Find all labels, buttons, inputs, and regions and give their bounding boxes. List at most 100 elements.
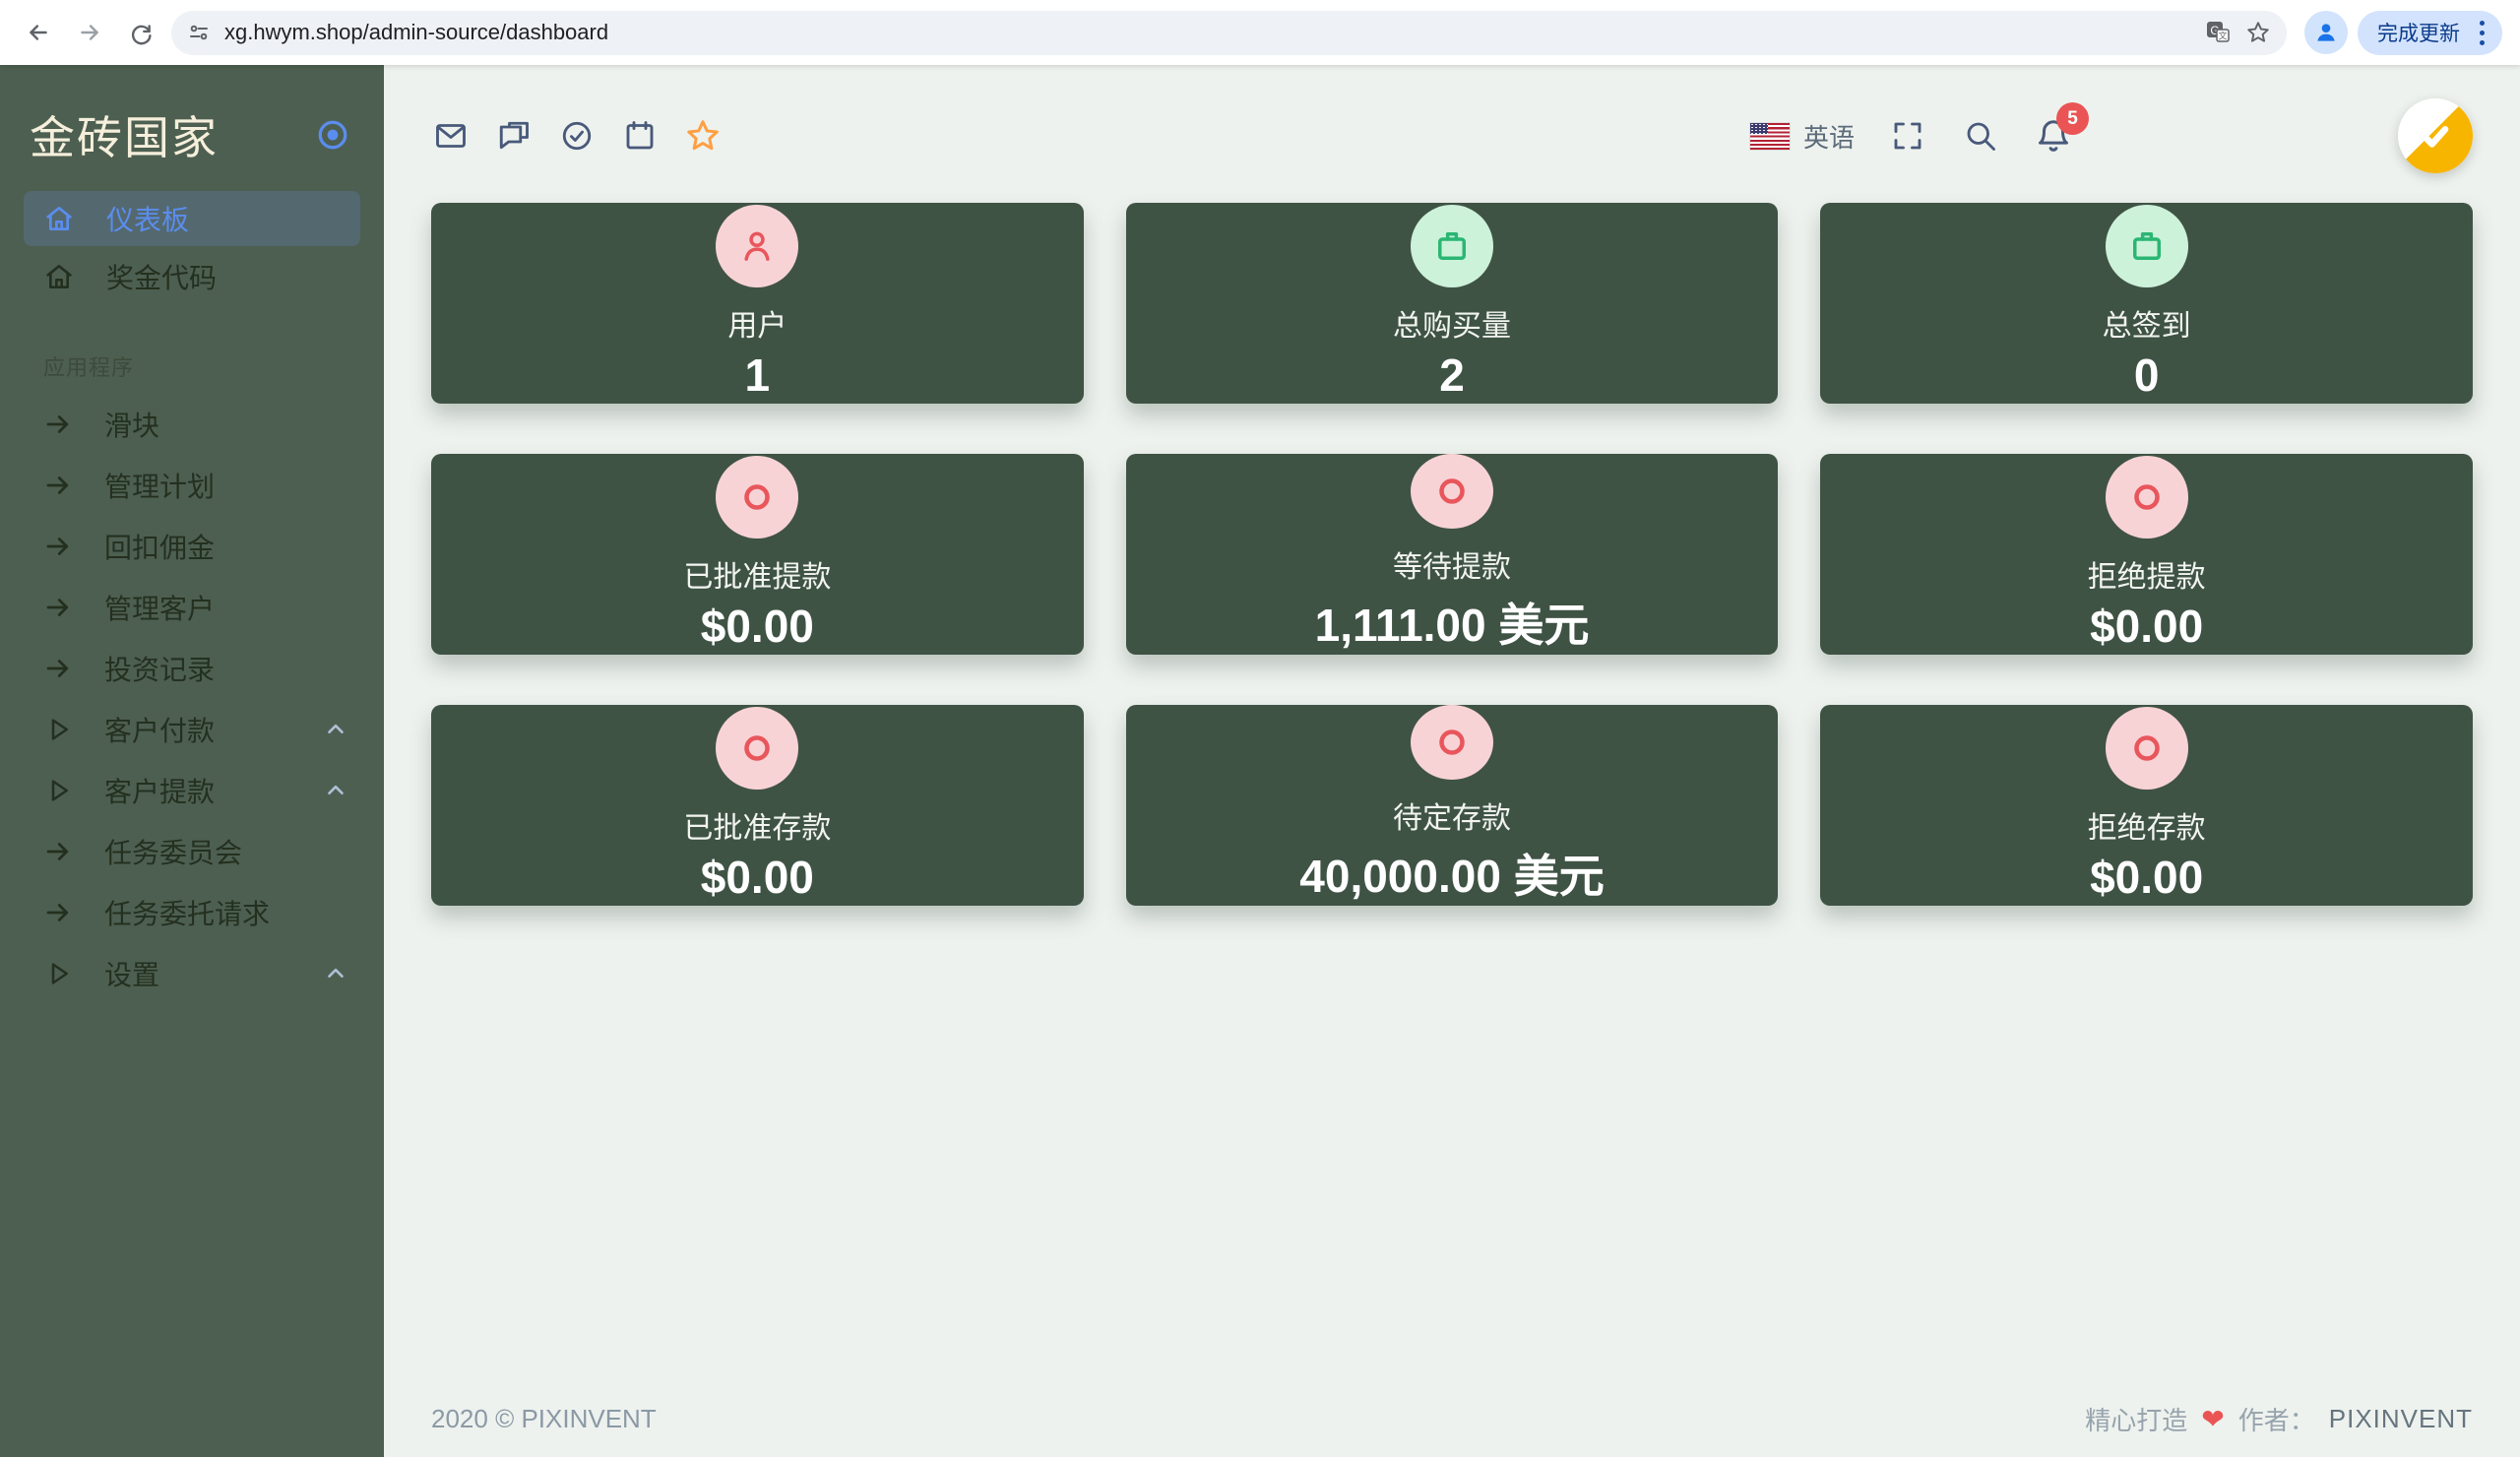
svg-text:文: 文 [2218, 31, 2227, 41]
translate-icon[interactable]: G文 [2204, 19, 2232, 46]
check-circle-icon[interactable] [557, 116, 597, 156]
heart-icon: ❤ [2201, 1403, 2224, 1435]
ring-icon [1411, 454, 1493, 529]
sidebar-section-apps: 应用程序 [0, 307, 384, 394]
card-label: 待定存款 [1393, 793, 1511, 837]
home-icon [43, 261, 75, 292]
sidebar-item-task-board[interactable]: 任务委员会 [0, 821, 384, 882]
card-label: 总签到 [2103, 301, 2191, 345]
card-value: 40,000.00 美元 [1299, 841, 1604, 906]
play-icon [43, 959, 73, 988]
ring-icon [2106, 707, 2188, 790]
browser-back-button[interactable] [18, 12, 59, 53]
fullscreen-icon[interactable] [1888, 116, 1927, 156]
bookmark-star-icon[interactable] [2245, 20, 2271, 45]
play-icon [43, 715, 73, 744]
footer: 2020 © PIXINVENT 精心打造 ❤ 作者： PIXINVENT [431, 1401, 2473, 1437]
update-button-label: 完成更新 [2377, 18, 2460, 47]
ring-icon [1411, 705, 1493, 780]
language-label: 英语 [1803, 118, 1855, 155]
address-bar[interactable]: xg.hwym.shop/admin-source/dashboard G文 [171, 11, 2287, 55]
browser-menu-icon[interactable] [2472, 21, 2492, 45]
sidebar-item-client-payments[interactable]: 客户付款 [0, 699, 384, 760]
card-value: $0.00 [2090, 851, 2203, 904]
sidebar-item-bonus-code[interactable]: 奖金代码 [0, 246, 384, 307]
sidebar-item-settings[interactable]: 设置 [0, 943, 384, 1004]
footer-author-brand[interactable]: PIXINVENT [2329, 1404, 2473, 1434]
card-total-purchases: 总购买量 2 [1126, 203, 1779, 404]
sidebar-toggle-icon[interactable] [315, 117, 350, 153]
sidebar-item-slider[interactable]: 滑块 [0, 394, 384, 455]
card-approved-deposits: 已批准存款 $0.00 [431, 705, 1084, 906]
card-value: $0.00 [701, 851, 814, 904]
footer-copyright[interactable]: 2020 © PIXINVENT [431, 1404, 657, 1434]
card-rejected-deposits: 拒绝存款 $0.00 [1820, 705, 2473, 906]
chevron-up-icon [323, 778, 348, 803]
card-pending-withdrawals: 等待提款 1,111.00 美元 [1126, 454, 1779, 655]
sidebar-item-label: 客户付款 [104, 710, 215, 749]
sidebar-item-label: 设置 [104, 954, 159, 993]
stats-grid: 用户 1 总购买量 2 总签到 0 已批 [431, 203, 2473, 906]
card-rejected-withdrawals: 拒绝提款 $0.00 [1820, 454, 2473, 655]
browser-forward-button[interactable] [69, 12, 110, 53]
sidebar-item-label: 奖金代码 [106, 257, 217, 296]
user-avatar[interactable] [2398, 98, 2473, 173]
sidebar-item-label: 管理计划 [104, 466, 215, 505]
url-text[interactable]: xg.hwym.shop/admin-source/dashboard [224, 20, 2190, 45]
check-icon [2416, 116, 2455, 156]
main-content: 英语 5 [384, 65, 2520, 1457]
sidebar-item-label: 滑块 [104, 405, 159, 444]
calendar-icon[interactable] [620, 116, 660, 156]
browser-reload-button[interactable] [120, 12, 161, 53]
card-label: 已批准提款 [683, 552, 831, 596]
play-icon [43, 776, 73, 805]
sidebar-nav: 仪表板 奖金代码 应用程序 滑块 管理计划 回扣佣金 管理客户 [0, 191, 384, 1457]
site-info-icon[interactable] [187, 21, 211, 44]
star-icon[interactable] [683, 116, 723, 156]
card-value: 0 [2134, 348, 2160, 402]
card-value: 2 [1439, 348, 1465, 402]
browser-update-button[interactable]: 完成更新 [2358, 11, 2502, 55]
card-value: 1,111.00 美元 [1315, 590, 1590, 655]
arrow-right-icon [43, 593, 73, 622]
mail-icon[interactable] [431, 116, 471, 156]
sidebar-item-task-requests[interactable]: 任务委托请求 [0, 882, 384, 943]
language-selector[interactable]: 英语 [1750, 118, 1855, 155]
sidebar-item-investment-records[interactable]: 投资记录 [0, 638, 384, 699]
browser-chrome: xg.hwym.shop/admin-source/dashboard G文 完… [0, 0, 2520, 65]
footer-author-label: 作者： [2238, 1401, 2315, 1437]
sidebar-item-label: 任务委员会 [104, 832, 242, 871]
card-label: 总购买量 [1393, 301, 1511, 345]
top-header: 英语 5 [431, 98, 2473, 173]
app-root: 金砖国家 仪表板 奖金代码 应用程序 滑块 管理计划 [0, 65, 2520, 1457]
sidebar-item-label: 任务委托请求 [104, 893, 270, 932]
forward-arrow-icon [77, 20, 102, 45]
sidebar-item-label: 客户提款 [104, 771, 215, 810]
arrow-right-icon [43, 654, 73, 683]
ring-icon [716, 456, 798, 538]
home-icon [43, 203, 75, 234]
sidebar-item-client-withdrawals[interactable]: 客户提款 [0, 760, 384, 821]
card-value: $0.00 [701, 600, 814, 653]
browser-profile-avatar[interactable] [2304, 11, 2348, 54]
briefcase-icon [1411, 205, 1493, 287]
reload-icon [128, 20, 154, 45]
sidebar-item-manage-clients[interactable]: 管理客户 [0, 577, 384, 638]
notification-badge: 5 [2056, 102, 2089, 135]
briefcase-icon [2106, 205, 2188, 287]
header-shortcut-icons [431, 116, 723, 156]
back-arrow-icon [26, 20, 51, 45]
chevron-up-icon [323, 717, 348, 742]
notifications-bell-icon[interactable]: 5 [2034, 116, 2073, 156]
card-label: 拒绝存款 [2088, 803, 2206, 847]
card-value: $0.00 [2090, 600, 2203, 653]
search-icon[interactable] [1961, 116, 2000, 156]
card-users: 用户 1 [431, 203, 1084, 404]
sidebar-item-rebate-commission[interactable]: 回扣佣金 [0, 516, 384, 577]
chat-icon[interactable] [494, 116, 534, 156]
sidebar-item-label: 仪表板 [106, 199, 189, 238]
sidebar-item-manage-plans[interactable]: 管理计划 [0, 455, 384, 516]
header-right-controls: 英语 5 [1750, 116, 2073, 156]
sidebar-item-dashboard[interactable]: 仪表板 [24, 191, 360, 246]
sidebar-item-label: 管理客户 [104, 588, 215, 627]
